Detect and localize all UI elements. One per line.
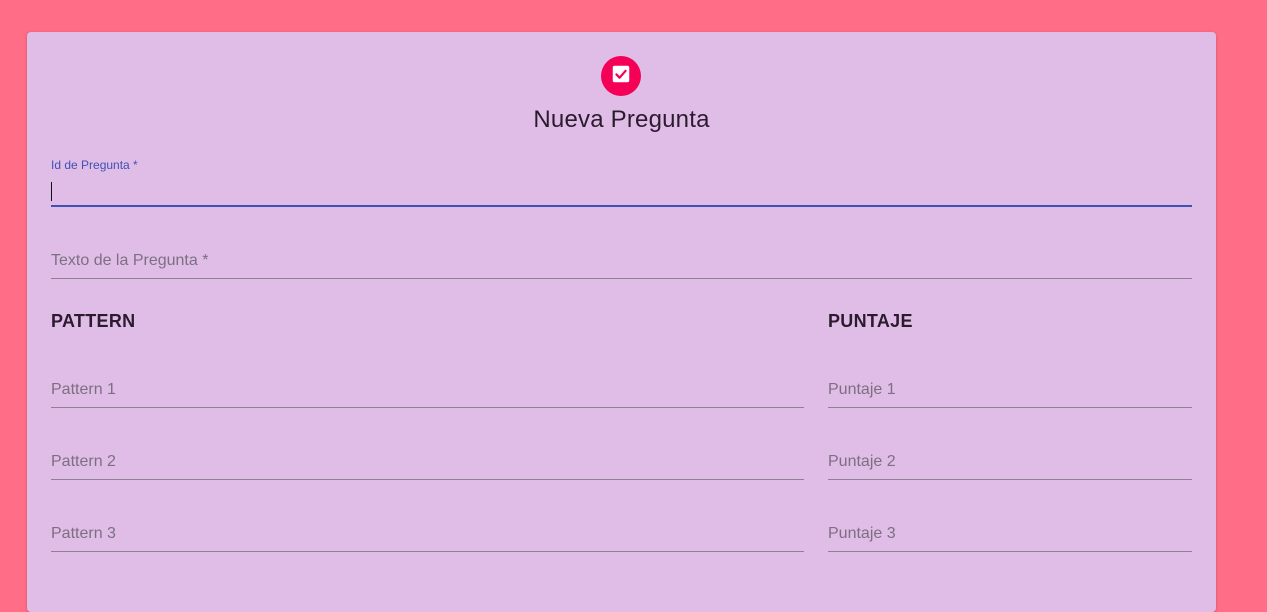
pattern-header: PATTERN xyxy=(51,311,136,331)
question-id-label: Id de Pregunta * xyxy=(51,158,138,172)
puntaje-2-field[interactable]: Puntaje 2 xyxy=(828,442,1192,480)
avatar xyxy=(601,56,641,96)
pattern-1-label: Pattern 1 xyxy=(51,381,116,398)
question-id-input[interactable] xyxy=(51,181,1192,203)
puntaje-2-underline xyxy=(828,479,1192,480)
puntaje-header: PUNTAJE xyxy=(828,311,913,331)
puntaje-1-field[interactable]: Puntaje 1 xyxy=(828,370,1192,408)
puntaje-3-label: Puntaje 3 xyxy=(828,525,896,542)
pattern-3-field[interactable]: Pattern 3 xyxy=(51,514,804,552)
question-id-field[interactable]: Id de Pregunta * xyxy=(51,158,1192,207)
puntaje-1-label: Puntaje 1 xyxy=(828,381,896,398)
puntaje-3-field[interactable]: Puntaje 3 xyxy=(828,514,1192,552)
question-text-label: Texto de la Pregunta * xyxy=(51,252,209,269)
pattern-2-label: Pattern 2 xyxy=(51,453,116,470)
checkbox-checked-icon xyxy=(610,63,632,90)
pattern-3-underline xyxy=(51,551,804,552)
puntaje-2-label: Puntaje 2 xyxy=(828,453,896,470)
question-text-underline xyxy=(51,278,1192,279)
question-id-underline xyxy=(51,205,1192,207)
puntaje-3-underline xyxy=(828,551,1192,552)
form-card: Nueva Pregunta Id de Pregunta * Texto de… xyxy=(27,32,1216,612)
question-text-field[interactable]: Texto de la Pregunta * xyxy=(51,242,1192,279)
puntaje-1-underline xyxy=(828,407,1192,408)
text-caret xyxy=(51,182,52,201)
pattern-1-field[interactable]: Pattern 1 xyxy=(51,370,804,408)
pattern-1-underline xyxy=(51,407,804,408)
pattern-3-label: Pattern 3 xyxy=(51,525,116,542)
pattern-2-underline xyxy=(51,479,804,480)
page-title: Nueva Pregunta xyxy=(533,106,710,133)
pattern-2-field[interactable]: Pattern 2 xyxy=(51,442,804,480)
